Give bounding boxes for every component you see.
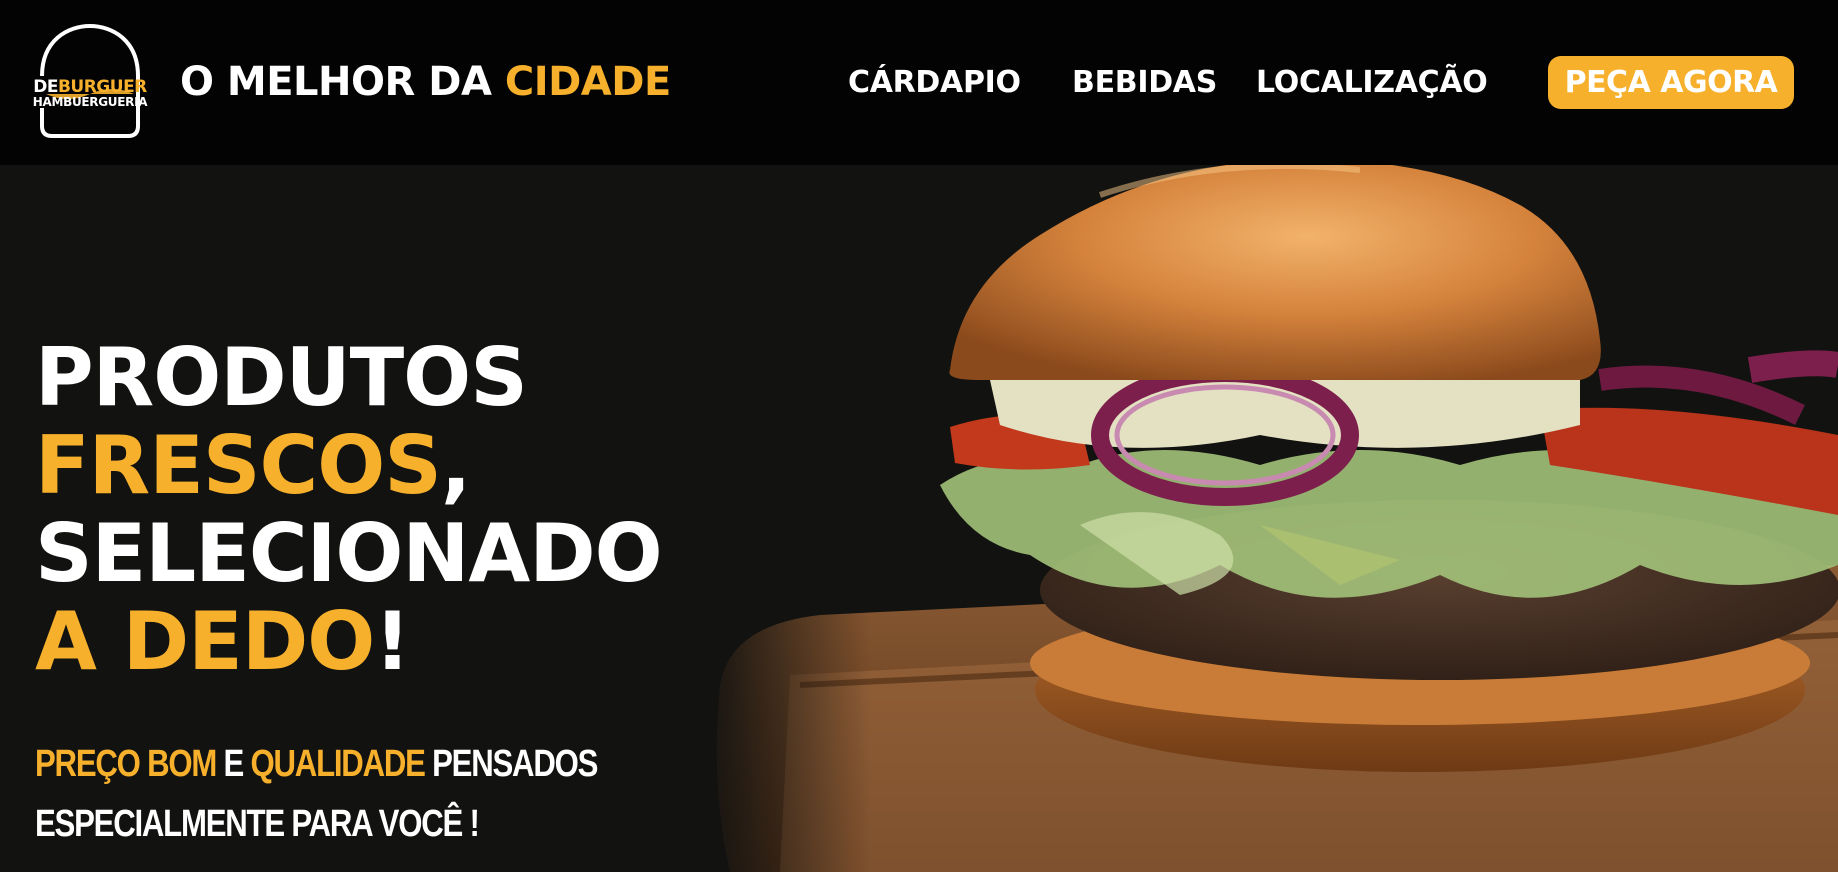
headline-comma: , [440, 419, 471, 512]
logo-title: DEBURGUER [33, 77, 147, 97]
headline-exclamation: ! [374, 595, 410, 688]
sub-highlight-qualidade: QUALIDADE [250, 743, 426, 785]
sub-pensados: PENSADOS [424, 743, 598, 785]
hero-subheadline: PREÇO BOM E QUALIDADE PENSADOS ESPECIALM… [35, 734, 598, 854]
headline-line-2: FRESCOS, [35, 422, 662, 510]
hero-headline: PRODUTOS FRESCOS, SELECIONADO A DEDO! [35, 331, 663, 686]
tagline-yellow: CIDADE [504, 59, 671, 105]
nav-link-cardapio[interactable]: CÁRDAPIO [848, 64, 1021, 102]
headline-line-3: SELECIONADO [35, 507, 663, 600]
headline-line-4: A DEDO! [35, 598, 662, 686]
header-tagline: O MELHOR DA CIDADE [180, 56, 671, 108]
order-now-button[interactable]: PEÇA AGORA [1548, 56, 1794, 109]
tagline-white: O MELHOR DA [180, 59, 505, 105]
subheadline-line-1: PREÇO BOM E QUALIDADE PENSADOS [35, 734, 598, 794]
site-header: DEBURGUER HAMBUERGUERIA O MELHOR DA CIDA… [0, 0, 1838, 165]
brand-logo[interactable]: DEBURGUER HAMBUERGUERIA [28, 22, 152, 140]
logo-subtitle: HAMBUERGUERIA [32, 95, 148, 109]
headline-highlight-frescos: FRESCOS [35, 419, 442, 512]
burger-photo [700, 165, 1838, 872]
headline-highlight-a-dedo: A DEDO [35, 595, 375, 688]
nav-link-localizacao[interactable]: LOCALIZAÇÃO [1256, 64, 1488, 102]
sub-connector: E [216, 743, 251, 785]
subheadline-line-2: ESPECIALMENTE PARA VOCÊ ! [35, 803, 480, 845]
sub-highlight-preco: PREÇO BOM [35, 743, 217, 785]
nav-link-bebidas[interactable]: BEBIDAS [1072, 64, 1217, 102]
headline-line-1: PRODUTOS [35, 331, 528, 424]
